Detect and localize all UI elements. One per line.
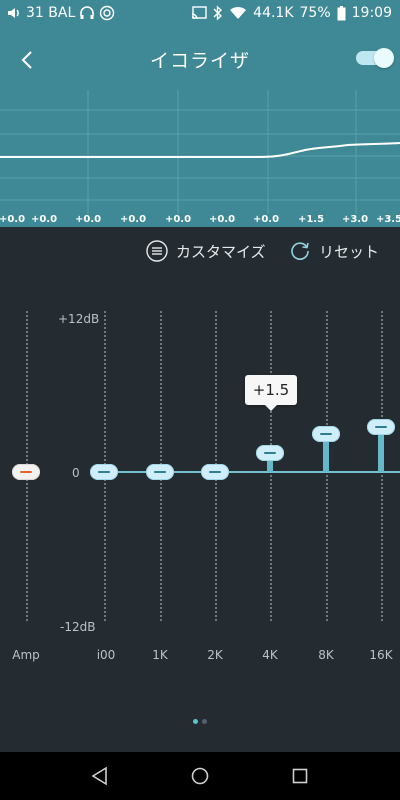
curve-value: +3.0 xyxy=(341,214,369,225)
reset-button[interactable]: リセット xyxy=(289,240,379,262)
cast-icon xyxy=(192,6,207,20)
curve-value: +0.0 xyxy=(30,214,58,225)
band-slider-knob[interactable] xyxy=(90,464,118,480)
band-label: i00 xyxy=(96,648,116,662)
equalizer-toggle[interactable] xyxy=(356,48,394,68)
scale-zero-label: 0 xyxy=(72,466,80,480)
band-slider-knob[interactable] xyxy=(256,444,284,461)
toggle-knob xyxy=(374,48,394,68)
battery-icon xyxy=(337,5,346,20)
customize-label: カスタマイズ xyxy=(176,242,266,261)
band-label: 8K xyxy=(318,648,334,662)
app-header: イコライザ xyxy=(0,28,400,90)
page-indicator xyxy=(0,709,400,728)
eq-curve-panel xyxy=(0,90,400,227)
app-notification-icon xyxy=(100,5,115,21)
status-right: 44.1K 75% 19:09 xyxy=(191,5,392,21)
curve-value: +0.0 xyxy=(208,214,236,225)
status-bitrate: 44.1K xyxy=(253,5,294,21)
curve-value: +0.0 xyxy=(119,214,147,225)
band-label: 16K xyxy=(369,648,393,662)
eq-curve-line xyxy=(0,142,400,158)
band-label: 4K xyxy=(262,648,278,662)
curve-values-row: +0.0 +0.0 +0.0 +0.0 +0.0 +0.0 +0.0 +1.5 … xyxy=(0,214,400,228)
nav-recents-button[interactable] xyxy=(288,764,312,788)
headphones-icon xyxy=(80,6,95,19)
volume-icon xyxy=(8,8,19,18)
zero-rail xyxy=(98,471,400,473)
wifi-icon xyxy=(230,6,247,19)
status-left: 31 BAL xyxy=(6,5,115,21)
action-row: カスタマイズ リセット xyxy=(0,228,400,278)
bluetooth-icon xyxy=(213,5,223,21)
band-slider-knob[interactable] xyxy=(146,464,174,480)
band-slider-knob[interactable] xyxy=(201,464,229,480)
curve-value: +0.0 xyxy=(0,214,26,225)
band-value-tooltip: +1.5 xyxy=(245,375,297,411)
curve-value: +0.0 xyxy=(74,214,102,225)
curve-value: +0.0 xyxy=(164,214,192,225)
page-dot[interactable] xyxy=(193,719,198,724)
page-title: イコライザ xyxy=(149,50,250,72)
home-circle-icon xyxy=(191,767,209,785)
band-slider-knob[interactable] xyxy=(367,419,395,436)
nav-back-button[interactable] xyxy=(88,764,112,788)
recents-square-icon xyxy=(292,768,308,784)
page-dot[interactable] xyxy=(202,719,207,724)
status-bar: 31 BAL 44.1K 75% 19:09 xyxy=(0,0,400,28)
reset-label: リセット xyxy=(319,242,380,261)
curve-value: +0.0 xyxy=(252,214,280,225)
status-time: 19:09 xyxy=(351,5,392,21)
band-label: 2K xyxy=(207,648,223,662)
customize-button[interactable]: カスタマイズ xyxy=(146,240,266,262)
band-label-amp: Amp xyxy=(12,648,40,662)
eq-curve-graph xyxy=(0,90,400,214)
band-slider-knob[interactable] xyxy=(312,425,340,442)
back-triangle-icon xyxy=(91,766,107,786)
curve-value: +1.5 xyxy=(297,214,325,225)
scale-max-label: +12dB xyxy=(58,312,100,326)
nav-home-button[interactable] xyxy=(188,764,212,788)
list-menu-icon xyxy=(146,240,168,262)
curve-value: +3.5 xyxy=(375,214,400,225)
navigation-bar xyxy=(0,752,400,800)
status-left-text: 31 BAL xyxy=(26,5,76,21)
refresh-icon xyxy=(291,242,309,260)
status-battery: 75% xyxy=(299,5,331,21)
band-label: 1K xyxy=(152,648,168,662)
scale-min-label: -12dB xyxy=(60,620,96,634)
eq-slider-panel: +12dB 0 -12dB Amp i00 1K 2K 4K 8K 16K xyxy=(0,278,400,688)
amp-slider-knob[interactable] xyxy=(12,464,40,480)
